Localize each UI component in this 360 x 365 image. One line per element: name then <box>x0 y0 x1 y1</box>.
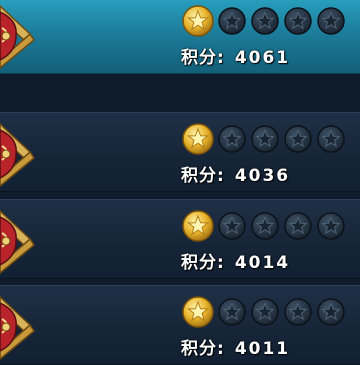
crossed-swords-emblem-icon <box>0 122 36 187</box>
empty-star-icon <box>317 212 345 240</box>
empty-star-icon <box>284 212 312 240</box>
score-label: 积分: <box>181 166 225 186</box>
empty-star-icon <box>251 298 279 326</box>
rank-stars <box>182 123 345 155</box>
score-label: 积分: <box>181 253 225 273</box>
score-text: 积分: 4036 <box>181 163 290 189</box>
empty-star-icon <box>218 298 246 326</box>
empty-star-icon <box>218 212 246 240</box>
score-label: 积分: <box>181 48 225 68</box>
gold-star-icon <box>182 296 214 328</box>
crossed-swords-emblem-icon <box>0 209 36 274</box>
ranking-row[interactable]: 积分: 4061 <box>0 0 360 74</box>
empty-star-icon <box>317 125 345 153</box>
empty-star-icon <box>218 125 246 153</box>
ranking-row[interactable]: 积分: 4036 <box>0 112 360 192</box>
score-text: 积分: 4014 <box>181 250 290 276</box>
rank-stars <box>182 210 345 242</box>
score-value: 4011 <box>234 339 291 359</box>
score-value: 4036 <box>234 166 291 186</box>
empty-star-icon <box>317 7 345 35</box>
score-label: 积分: <box>181 339 225 359</box>
empty-star-icon <box>317 298 345 326</box>
gold-star-icon <box>182 123 214 155</box>
gold-star-icon <box>182 210 214 242</box>
score-value: 4061 <box>234 48 291 68</box>
rank-stars <box>182 296 345 328</box>
empty-star-icon <box>284 298 312 326</box>
empty-star-icon <box>251 212 279 240</box>
score-value: 4014 <box>234 253 291 273</box>
ranking-row[interactable]: 积分: 4014 <box>0 199 360 279</box>
empty-star-icon <box>251 7 279 35</box>
gold-star-icon <box>182 5 214 37</box>
ranking-row[interactable]: 积分: 4011 <box>0 285 360 365</box>
score-text: 积分: 4011 <box>181 336 290 362</box>
empty-star-icon <box>251 125 279 153</box>
crossed-swords-emblem-icon <box>0 4 36 69</box>
empty-star-icon <box>218 7 246 35</box>
crossed-swords-emblem-icon <box>0 295 36 360</box>
empty-star-icon <box>284 125 312 153</box>
rank-stars <box>182 5 345 37</box>
empty-star-icon <box>284 7 312 35</box>
score-text: 积分: 4061 <box>181 45 290 71</box>
